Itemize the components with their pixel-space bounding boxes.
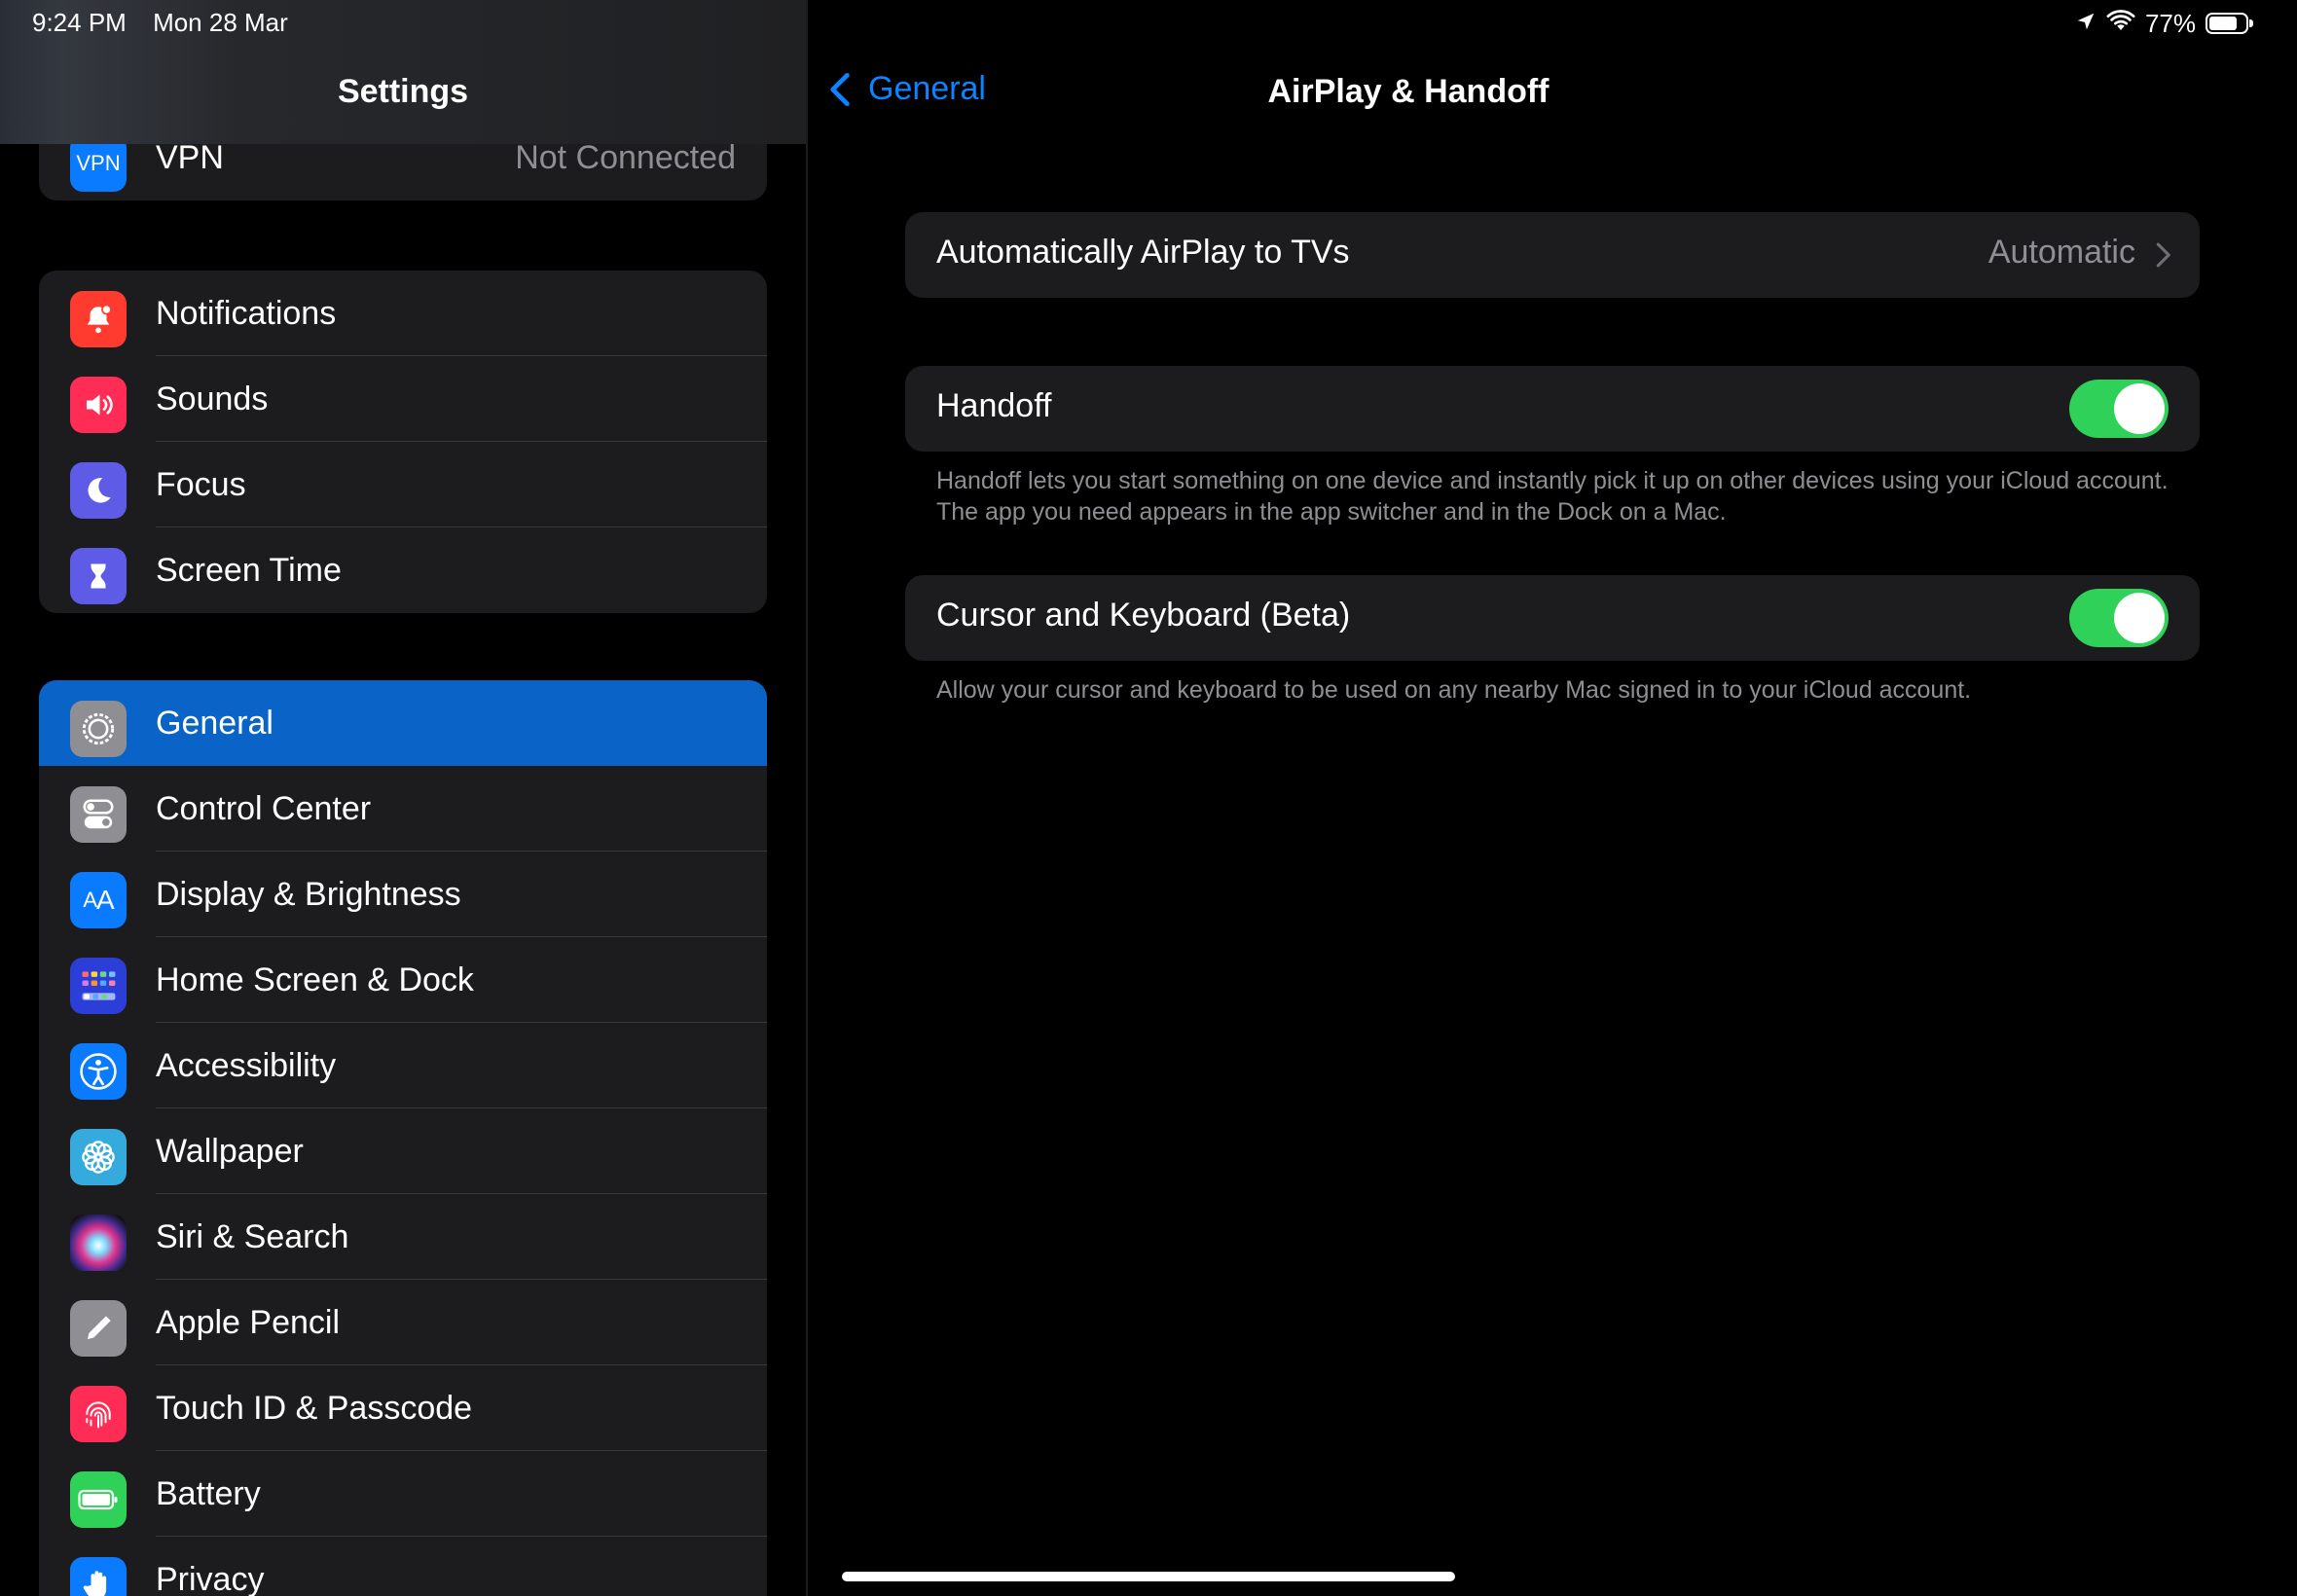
detail-title: AirPlay & Handoff — [1267, 73, 1550, 110]
speaker-icon — [70, 377, 127, 433]
sidebar-item-notifications[interactable]: Notifications — [39, 271, 767, 356]
sidebar-item-label: Control Center — [156, 789, 372, 827]
handoff-toggle[interactable] — [2069, 380, 2169, 438]
airplay-label: Automatically AirPlay to TVs — [936, 234, 1350, 271]
battery-percent: 77% — [2144, 8, 2196, 38]
sidebar-item-display-brightness[interactable]: AA Display & Brightness — [39, 852, 767, 937]
fingerprint-icon — [70, 1386, 127, 1442]
home-indicator[interactable] — [842, 1572, 1455, 1581]
sidebar-item-label: Accessibility — [156, 1046, 337, 1084]
toggle-knob — [2114, 383, 2165, 434]
sidebar-item-battery[interactable]: Battery — [39, 1451, 767, 1537]
cursor-keyboard-toggle[interactable] — [2069, 589, 2169, 647]
pencil-icon — [70, 1300, 127, 1357]
cursor-keyboard-row: Cursor and Keyboard (Beta) — [905, 575, 2200, 661]
sidebar-item-label: Focus — [156, 465, 246, 503]
gear-icon — [70, 701, 127, 757]
status-bar-right: 77% — [2075, 6, 2253, 41]
sidebar-item-label: Sounds — [156, 380, 269, 417]
handoff-row: Handoff — [905, 366, 2200, 452]
sidebar-item-label: VPN — [156, 138, 224, 176]
settings-sidebar: VPN VPN Not Connected Settings Notificat… — [0, 0, 806, 1596]
airplay-value: Automatic — [1987, 234, 2135, 271]
location-icon — [2075, 9, 2096, 39]
sidebar-item-label: Display & Brightness — [156, 875, 461, 913]
split-divider — [806, 0, 808, 1596]
text-size-icon: AA — [70, 872, 127, 928]
general-group: General Control Center AA Display & Brig… — [39, 680, 767, 1596]
status-date: Mon 28 Mar — [153, 8, 288, 37]
vpn-status: Not Connected — [515, 138, 736, 176]
page-title: Settings — [337, 73, 469, 110]
sidebar-item-label: Touch ID & Passcode — [156, 1389, 473, 1427]
sidebar-item-label: Privacy — [156, 1560, 265, 1596]
sidebar-item-privacy[interactable]: Privacy — [39, 1537, 767, 1596]
sidebar-item-label: General — [156, 704, 273, 742]
sidebar-item-accessibility[interactable]: Accessibility — [39, 1023, 767, 1108]
sidebar-item-sounds[interactable]: Sounds — [39, 356, 767, 442]
sidebar-item-label: Screen Time — [156, 551, 342, 589]
sidebar-item-label: Home Screen & Dock — [156, 961, 474, 998]
sidebar-item-wallpaper[interactable]: Wallpaper — [39, 1108, 767, 1194]
sidebar-item-label: Wallpaper — [156, 1132, 304, 1170]
handoff-description: Handoff lets you start something on one … — [936, 467, 2169, 526]
status-time: 9:24 PM — [32, 8, 127, 37]
sidebar-item-screen-time[interactable]: Screen Time — [39, 527, 767, 613]
sidebar-item-home-screen-dock[interactable]: Home Screen & Dock — [39, 937, 767, 1023]
cursor-keyboard-label: Cursor and Keyboard (Beta) — [936, 597, 1351, 634]
siri-icon — [70, 1215, 127, 1271]
app-grid-icon — [70, 958, 127, 1014]
chevron-right-icon — [2156, 242, 2170, 268]
sidebar-item-siri-search[interactable]: Siri & Search — [39, 1194, 767, 1280]
accessibility-icon — [70, 1043, 127, 1100]
toggle-knob — [2114, 593, 2165, 643]
sidebar-item-touch-id-passcode[interactable]: Touch ID & Passcode — [39, 1365, 767, 1451]
notifications-group: Notifications Sounds Focus Screen Time — [39, 271, 767, 613]
bell-icon — [70, 291, 127, 347]
moon-icon — [70, 462, 127, 519]
toggles-icon — [70, 786, 127, 843]
hand-icon — [70, 1557, 127, 1596]
flower-icon — [70, 1129, 127, 1185]
battery-indicator-icon — [2206, 13, 2253, 34]
battery-level — [2209, 17, 2237, 30]
sidebar-item-label: Notifications — [156, 294, 337, 332]
sidebar-item-label: Siri & Search — [156, 1217, 349, 1255]
handoff-label: Handoff — [936, 387, 1052, 424]
sidebar-item-focus[interactable]: Focus — [39, 442, 767, 527]
cursor-keyboard-description: Allow your cursor and keyboard to be use… — [936, 676, 1972, 704]
status-bar-left: 9:24 PM Mon 28 Mar — [32, 8, 288, 38]
sidebar-item-label: Apple Pencil — [156, 1303, 341, 1341]
battery-icon — [70, 1471, 127, 1528]
airplay-to-tvs-row[interactable]: Automatically AirPlay to TVs Automatic — [905, 212, 2200, 298]
sidebar-item-control-center[interactable]: Control Center — [39, 766, 767, 852]
wifi-icon — [2106, 9, 2135, 39]
sidebar-item-label: Battery — [156, 1474, 261, 1512]
hourglass-icon — [70, 548, 127, 604]
sidebar-item-apple-pencil[interactable]: Apple Pencil — [39, 1280, 767, 1365]
sidebar-item-general[interactable]: General — [39, 680, 767, 766]
